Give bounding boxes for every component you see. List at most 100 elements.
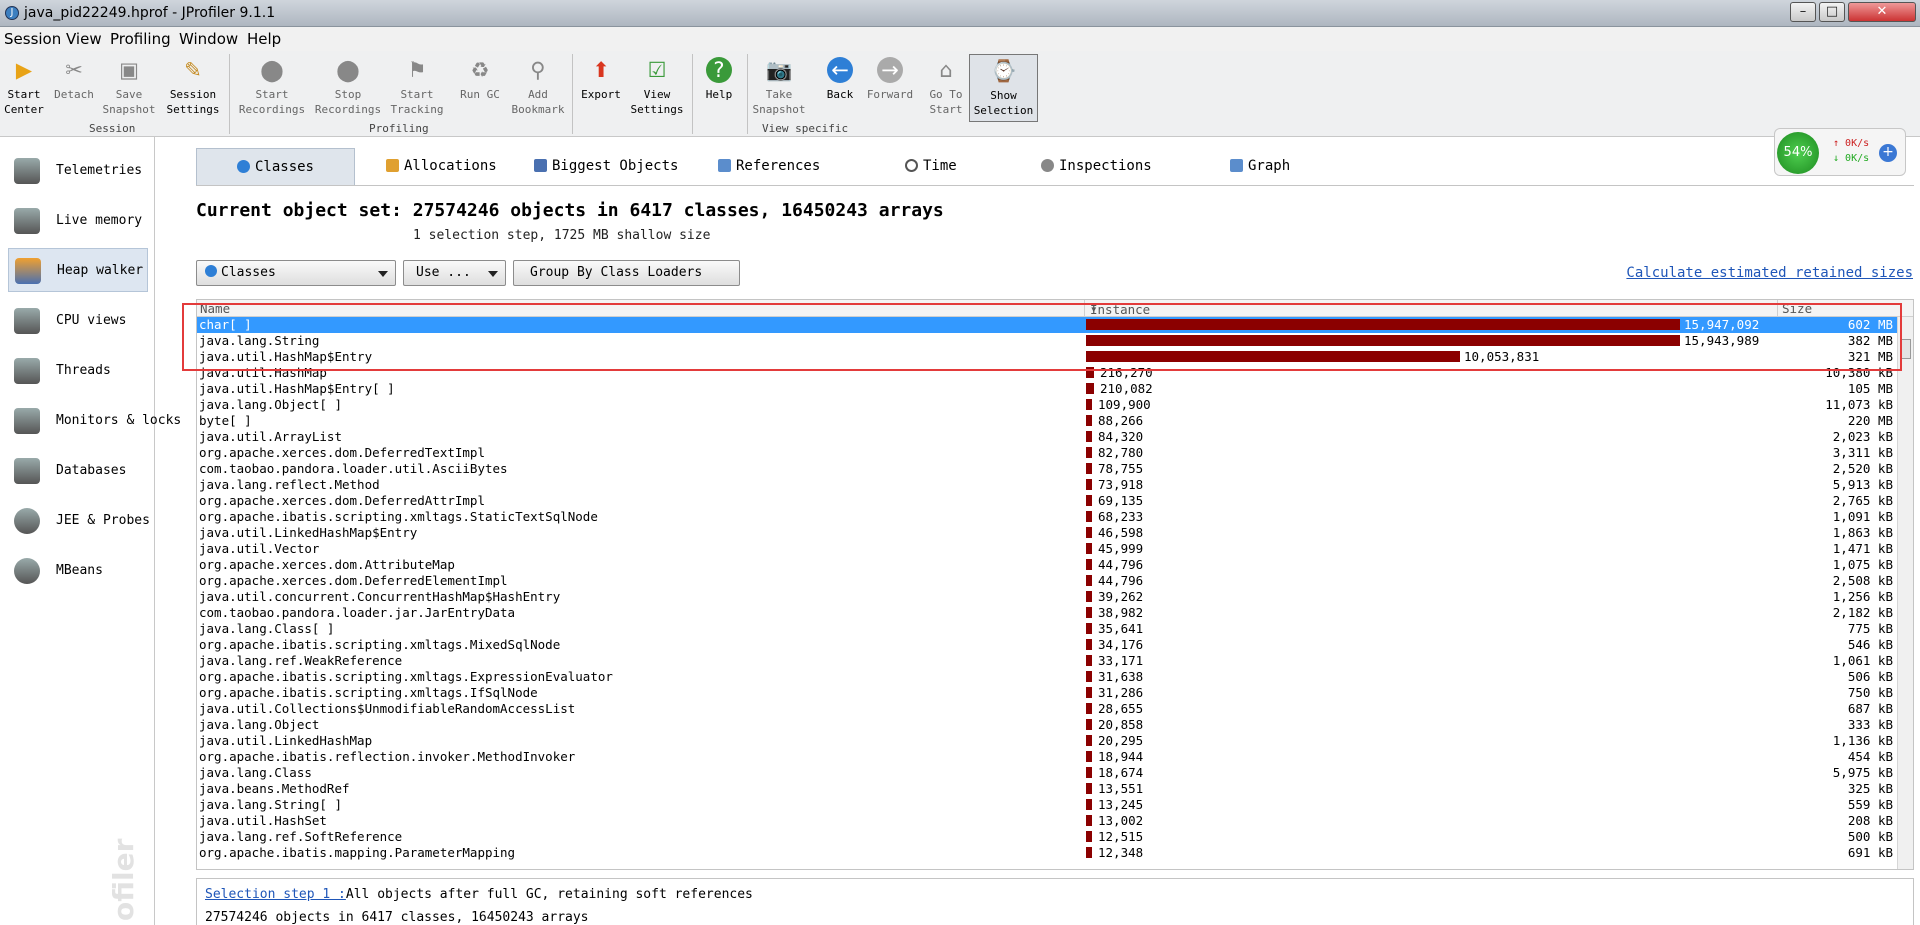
add-bookmark-button[interactable]: ⚲ Add Bookmark (507, 54, 569, 122)
table-row[interactable]: org.apache.ibatis.scripting.xmltags.Stat… (197, 509, 1897, 525)
instance-count-bar (1086, 559, 1092, 570)
instance-count-bar (1086, 399, 1092, 410)
use-button[interactable]: Use ... (403, 260, 506, 286)
size-cell: 208 kB (1847, 813, 1893, 828)
group-by-class-loaders-button[interactable]: Group By Class Loaders (513, 260, 740, 286)
instance-count-bar (1086, 815, 1092, 826)
graph-icon (1230, 159, 1243, 172)
table-row[interactable]: org.apache.ibatis.mapping.ParameterMappi… (197, 845, 1897, 861)
toolbar: ▶ Start Center ✂ Detach ▣ Save Snapshot ✎ Sess… (0, 51, 1920, 176)
sidebar-item-monitors-locks[interactable]: Monitors & locks (8, 399, 181, 443)
sidebar-item-threads[interactable]: Threads (8, 349, 148, 393)
export-button[interactable]: ⬆ Export (570, 54, 632, 122)
chevron-down-icon (378, 271, 388, 277)
view-select[interactable]: Classes (196, 260, 396, 286)
table-row[interactable]: org.apache.xerces.dom.DeferredAttrImpl 69… (197, 493, 1897, 509)
menu-window[interactable]: Window (179, 30, 238, 48)
sidebar-item-telemetries[interactable]: Telemetries (8, 149, 148, 193)
take-snapshot-button[interactable]: 📷 Take Snapshot (747, 54, 811, 122)
table-row[interactable]: org.apache.xerces.dom.AttributeMap 44,796… (197, 557, 1897, 573)
instance-count-bar (1086, 415, 1092, 426)
tab-references[interactable]: References (718, 148, 820, 185)
size-cell: 1,091 kB (1832, 509, 1893, 524)
table-row[interactable]: java.util.HashSet 13,002 208 kB (197, 813, 1897, 829)
menu-profiling[interactable]: Profiling (110, 30, 171, 48)
size-cell: 500 kB (1847, 829, 1893, 844)
tab-graph[interactable]: Graph (1230, 148, 1290, 185)
tab-inspections[interactable]: Inspections (1041, 148, 1152, 185)
table-row[interactable]: com.taobao.pandora.loader.jar.JarEntryDa… (197, 605, 1897, 621)
menu-session[interactable]: Session (4, 30, 61, 48)
table-row[interactable]: java.util.Vector 45,999 1,471 kB (197, 541, 1897, 557)
table-row[interactable]: java.util.HashMap$Entry[ ] 210,082 105 MB (197, 381, 1897, 397)
table-row[interactable]: java.util.LinkedHashMap 20,295 1,136 kB (197, 733, 1897, 749)
instance-count-cell: 68,233 (1098, 509, 1144, 524)
table-row[interactable]: java.lang.Class 18,674 5,975 kB (197, 765, 1897, 781)
class-name-cell: java.util.concurrent.ConcurrentHashMap$H… (199, 589, 561, 604)
table-row[interactable]: java.lang.reflect.Method 73,918 5,913 kB (197, 477, 1897, 493)
forward-button[interactable]: → Forward (860, 54, 920, 122)
menu-view[interactable]: View (66, 30, 102, 48)
table-row[interactable]: java.util.Collections$UnmodifiableRandom… (197, 701, 1897, 717)
sidebar-item-mbeans[interactable]: MBeans (8, 549, 148, 593)
tab-allocations[interactable]: Allocations (386, 148, 497, 185)
show-selection-button[interactable]: ⌚ Show Selection (969, 54, 1038, 122)
instance-count-bar (1086, 703, 1092, 714)
table-row[interactable]: org.apache.ibatis.reflection.invoker.Met… (197, 749, 1897, 765)
table-row[interactable]: java.beans.MethodRef 13,551 325 kB (197, 781, 1897, 797)
menu-help[interactable]: Help (247, 30, 281, 48)
table-row[interactable]: java.util.concurrent.ConcurrentHashMap$H… (197, 589, 1897, 605)
table-row[interactable]: java.lang.Class[ ] 35,641 775 kB (197, 621, 1897, 637)
table-row[interactable]: java.lang.ref.SoftReference 12,515 500 kB (197, 829, 1897, 845)
sidebar-item-databases[interactable]: Databases (8, 449, 148, 493)
tab-time[interactable]: Time (905, 148, 957, 185)
table-row[interactable]: org.apache.ibatis.scripting.xmltags.Expr… (197, 669, 1897, 685)
sidebar-item-jee-probes[interactable]: JEE & Probes (8, 499, 150, 543)
table-row[interactable]: java.lang.Object[ ] 109,900 11,073 kB (197, 397, 1897, 413)
telemetries-icon (14, 158, 40, 184)
vertical-scrollbar[interactable] (1897, 317, 1913, 869)
run-gc-button[interactable]: ♻ Run GC (450, 54, 510, 122)
table-row[interactable]: org.apache.ibatis.scripting.xmltags.Mixe… (197, 637, 1897, 653)
session-settings-button[interactable]: ✎ Session Settings (161, 54, 225, 122)
size-cell: 333 kB (1847, 717, 1893, 732)
table-row[interactable]: byte[ ] 88,266 220 MB (197, 413, 1897, 429)
sidebar-item-cpu-views[interactable]: CPU views (8, 299, 148, 343)
detach-button[interactable]: ✂ Detach (43, 54, 105, 122)
table-row[interactable]: org.apache.ibatis.scripting.xmltags.IfSq… (197, 685, 1897, 701)
minimize-button[interactable]: – (1790, 2, 1816, 22)
go-to-start-button[interactable]: ⌂ Go To Start (916, 54, 976, 122)
help-button[interactable]: ? Help (688, 54, 750, 122)
close-button[interactable]: ✕ (1848, 2, 1916, 22)
classes-icon (236, 160, 250, 173)
instance-count-cell: 109,900 (1098, 397, 1151, 412)
tab-biggest-objects[interactable]: Biggest Objects (534, 148, 678, 185)
table-row[interactable]: java.lang.ref.WeakReference 33,171 1,061 k… (197, 653, 1897, 669)
table-row[interactable]: com.taobao.pandora.loader.util.AsciiByte… (197, 461, 1897, 477)
save-snapshot-button[interactable]: ▣ Save Snapshot (98, 54, 160, 122)
size-cell: 220 MB (1847, 413, 1893, 428)
window-title: java_pid22249.hprof - JProfiler 9.1.1 (24, 5, 276, 21)
size-cell: 11,073 kB (1825, 397, 1893, 412)
table-row[interactable]: java.util.ArrayList 84,320 2,023 kB (197, 429, 1897, 445)
view-settings-button[interactable]: ☑ View Settings (627, 54, 687, 122)
tab-classes[interactable]: Classes (196, 148, 355, 185)
class-name-cell: com.taobao.pandora.loader.util.AsciiByte… (199, 461, 508, 476)
table-row[interactable]: java.lang.Object 20,858 333 kB (197, 717, 1897, 733)
instance-count-bar (1086, 463, 1092, 474)
instance-count-bar (1086, 655, 1092, 666)
selection-step-link[interactable]: Selection step 1 : (205, 887, 346, 902)
stop-recordings-button[interactable]: ⬤ Stop Recordings (314, 54, 382, 122)
sidebar-item-live-memory[interactable]: Live memory (8, 199, 148, 243)
sidebar-item-heap-walker[interactable]: Heap walker (8, 248, 148, 292)
table-row[interactable]: java.util.LinkedHashMap$Entry 46,598 1,863… (197, 525, 1897, 541)
table-row[interactable]: org.apache.xerces.dom.DeferredTextImpl 82… (197, 445, 1897, 461)
allocations-icon (386, 159, 399, 172)
start-recordings-button[interactable]: ⬤ Start Recordings (238, 54, 306, 122)
start-tracking-button[interactable]: ⚑ Start Tracking (387, 54, 447, 122)
maximize-button[interactable]: □ (1819, 2, 1845, 22)
table-row[interactable]: java.lang.String[ ] 13,245 559 kB (197, 797, 1897, 813)
live-memory-icon (14, 208, 40, 234)
table-row[interactable]: org.apache.xerces.dom.DeferredElementImp… (197, 573, 1897, 589)
calculate-retained-sizes-link[interactable]: Calculate estimated retained sizes (1626, 265, 1913, 281)
